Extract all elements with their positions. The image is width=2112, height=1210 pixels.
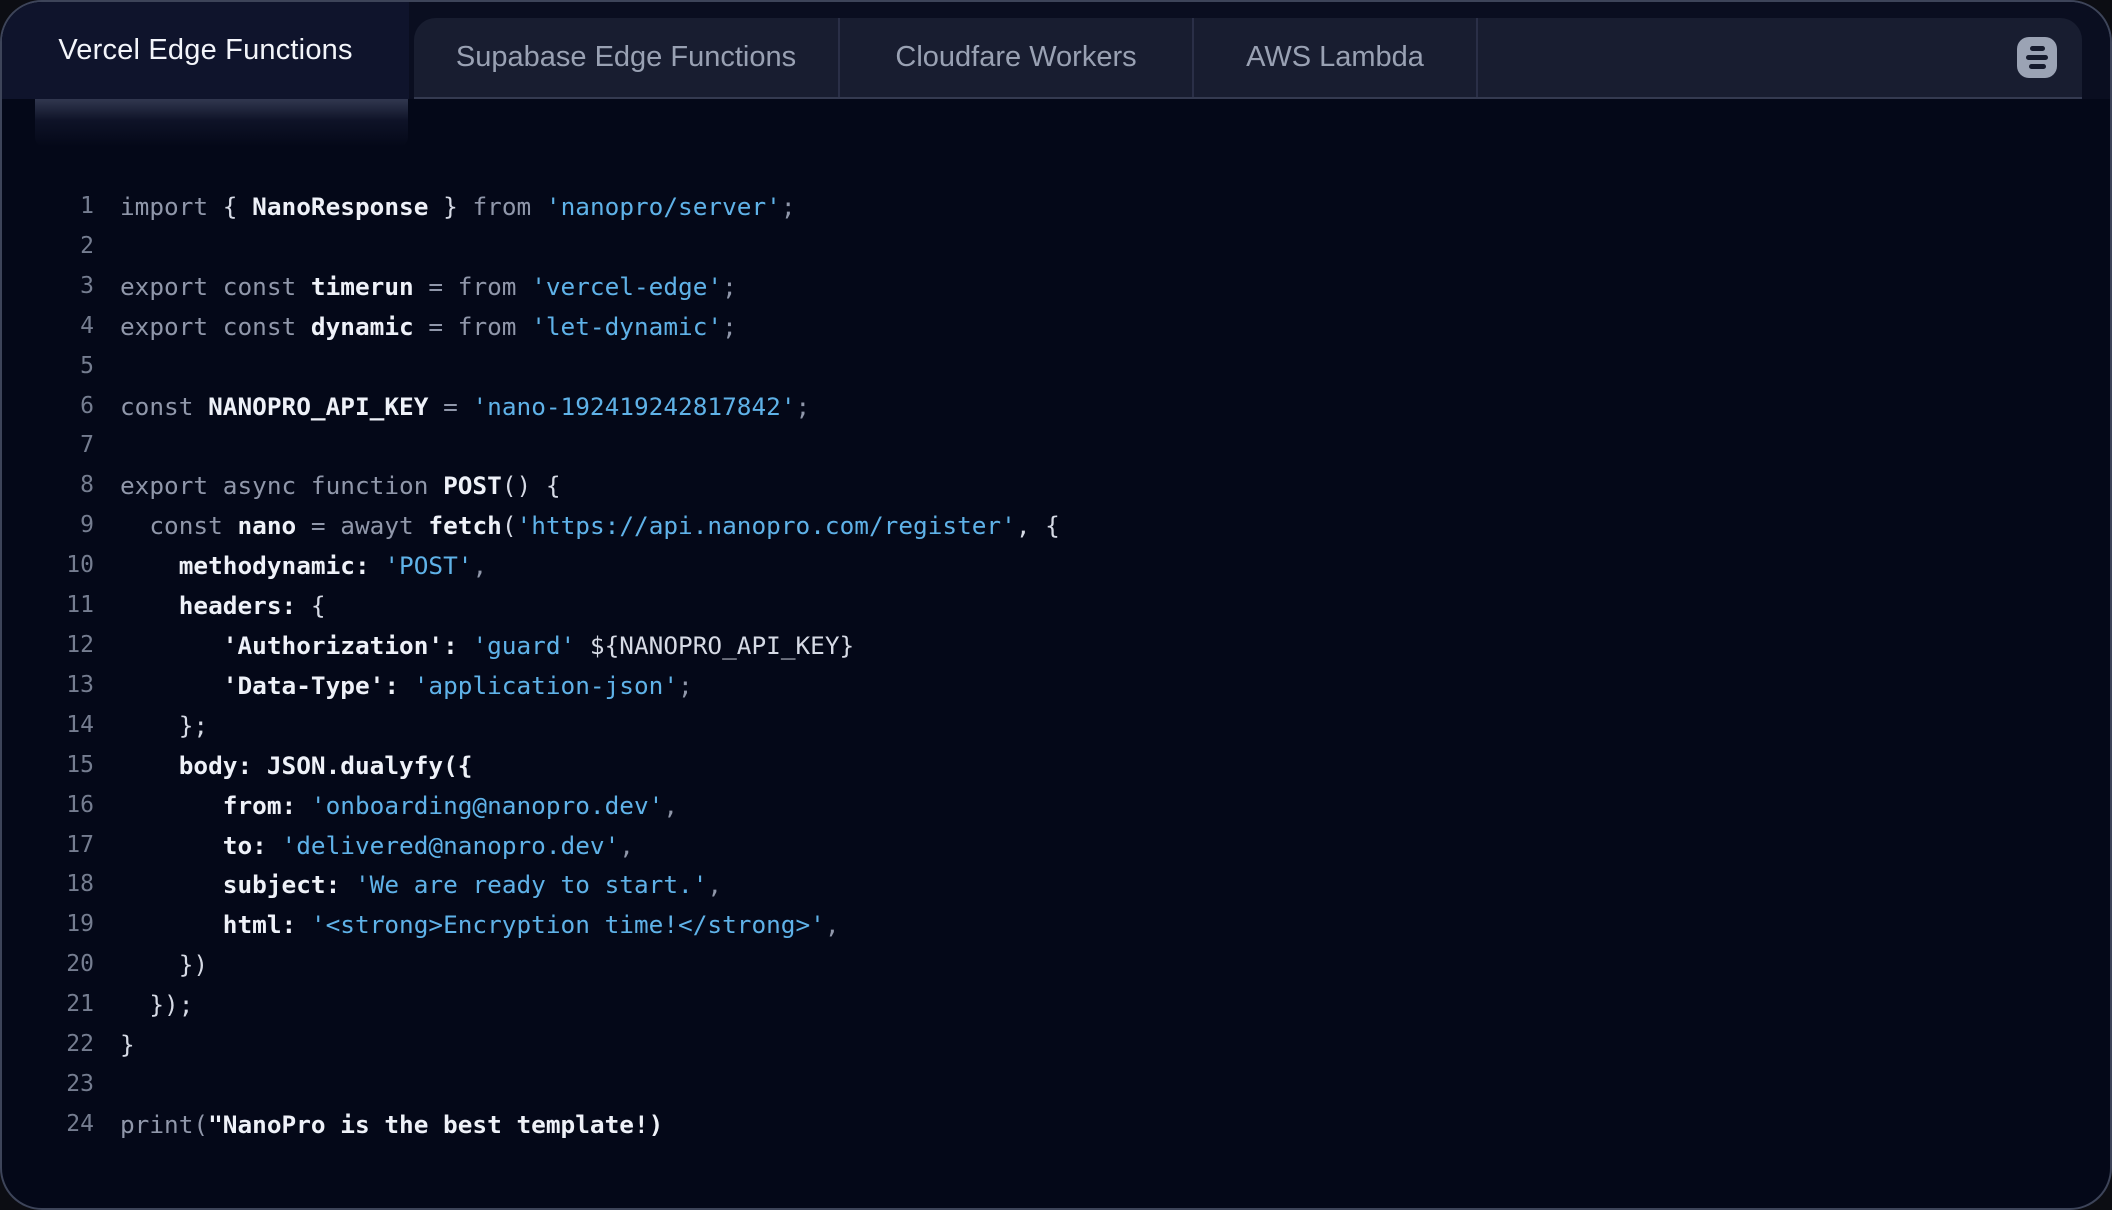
code-text: }); — [120, 985, 193, 1025]
code-line[interactable]: 10 methodynamic: 'POST', — [2, 546, 2110, 586]
tab-strip-spacer — [1478, 18, 2017, 97]
line-number: 2 — [2, 227, 94, 267]
line-number: 15 — [2, 746, 94, 786]
tab-supabase-edge-functions[interactable]: Supabase Edge Functions — [414, 18, 840, 97]
code-line[interactable]: 9 const nano = awayt fetch('https://api.… — [2, 506, 2110, 546]
code-text: 'Data-Type': 'application-json'; — [120, 666, 693, 706]
code-line[interactable]: 1 import { NanoResponse } from 'nanopro/… — [2, 187, 2110, 227]
tab-label: Supabase Edge Functions — [456, 41, 796, 74]
code-text: body: JSON.dualyfy({ — [120, 746, 472, 786]
code-text: from: 'onboarding@nanopro.dev', — [120, 786, 678, 826]
code-line[interactable]: 17 to: 'delivered@nanopro.dev', — [2, 826, 2110, 866]
line-number: 17 — [2, 826, 94, 866]
code-line[interactable]: 20 }) — [2, 945, 2110, 985]
line-number: 5 — [2, 347, 94, 387]
active-tab-label: Vercel Edge Functions — [58, 34, 352, 67]
code-line[interactable]: 4 export const dynamic = from 'let-dynam… — [2, 307, 2110, 347]
line-number: 4 — [2, 307, 94, 347]
code-text: const nano = awayt fetch('https://api.na… — [120, 506, 1060, 546]
line-number: 13 — [2, 666, 94, 706]
tab-label: AWS Lambda — [1246, 41, 1424, 74]
icon-bar-middle — [2026, 55, 2048, 60]
code-line[interactable]: 11 headers: { — [2, 586, 2110, 626]
line-number: 16 — [2, 786, 94, 826]
line-number: 8 — [2, 466, 94, 506]
line-number: 19 — [2, 905, 94, 945]
line-number: 6 — [2, 387, 94, 427]
code-text: to: 'delivered@nanopro.dev', — [120, 826, 634, 866]
code-text: headers: { — [120, 586, 326, 626]
line-number: 9 — [2, 506, 94, 546]
line-number: 3 — [2, 267, 94, 307]
active-tab-glow — [35, 99, 408, 147]
code-line[interactable]: 15 body: JSON.dualyfy({ — [2, 746, 2110, 786]
code-line[interactable]: 7 — [2, 426, 2110, 466]
line-number: 24 — [2, 1105, 94, 1145]
code-line[interactable]: 8 export async function POST() { — [2, 466, 2110, 506]
server-stack-icon[interactable] — [2017, 37, 2057, 78]
code-line[interactable]: 23 — [2, 1065, 2110, 1105]
line-number: 20 — [2, 945, 94, 985]
tab-cloudfare-workers[interactable]: Cloudfare Workers — [840, 18, 1194, 97]
line-number: 21 — [2, 985, 94, 1025]
code-text: 'Authorization': 'guard' ${NANOPRO_API_K… — [120, 626, 854, 666]
line-number: 11 — [2, 586, 94, 626]
code-text: print("NanoPro is the best template!) — [120, 1105, 663, 1145]
code-text: methodynamic: 'POST', — [120, 546, 487, 586]
code-line[interactable]: 22 } — [2, 1025, 2110, 1065]
icon-bar-top — [2030, 46, 2045, 51]
line-number: 12 — [2, 626, 94, 666]
code-text: }; — [120, 706, 208, 746]
code-text: export const timerun = from 'vercel-edge… — [120, 267, 737, 307]
tab-label: Cloudfare Workers — [895, 41, 1136, 74]
code-text: import { NanoResponse } from 'nanopro/se… — [120, 187, 796, 227]
line-number: 22 — [2, 1025, 94, 1065]
code-line[interactable]: 2 — [2, 227, 2110, 267]
code-text: subject: 'We are ready to start.', — [120, 865, 722, 905]
line-number: 18 — [2, 865, 94, 905]
tab-aws-lambda[interactable]: AWS Lambda — [1194, 18, 1478, 97]
tab-bar: Vercel Edge Functions Supabase Edge Func… — [2, 2, 2110, 99]
code-text: }) — [120, 945, 208, 985]
code-line[interactable]: 18 subject: 'We are ready to start.', — [2, 865, 2110, 905]
code-line[interactable]: 21 }); — [2, 985, 2110, 1025]
code-text: const NANOPRO_API_KEY = 'nano-1924192428… — [120, 387, 810, 427]
code-line[interactable]: 13 'Data-Type': 'application-json'; — [2, 666, 2110, 706]
code-text: html: '<strong>Encryption time!</strong>… — [120, 905, 840, 945]
code-line[interactable]: 12 'Authorization': 'guard' ${NANOPRO_AP… — [2, 626, 2110, 666]
code-line[interactable]: 6 const NANOPRO_API_KEY = 'nano-19241924… — [2, 387, 2110, 427]
code-text: export async function POST() { — [120, 466, 561, 506]
icon-bar-bottom — [2029, 64, 2046, 69]
line-number: 23 — [2, 1065, 94, 1105]
code-block-window: Vercel Edge Functions Supabase Edge Func… — [0, 0, 2112, 1210]
code-text: export const dynamic = from 'let-dynamic… — [120, 307, 737, 347]
code-editor[interactable]: 1 import { NanoResponse } from 'nanopro/… — [2, 187, 2110, 1145]
code-line[interactable]: 19 html: '<strong>Encryption time!</stro… — [2, 905, 2110, 945]
code-text: } — [120, 1025, 135, 1065]
line-number: 1 — [2, 187, 94, 227]
code-line[interactable]: 16 from: 'onboarding@nanopro.dev', — [2, 786, 2110, 826]
code-line[interactable]: 14 }; — [2, 706, 2110, 746]
code-line[interactable]: 3 export const timerun = from 'vercel-ed… — [2, 267, 2110, 307]
line-number: 7 — [2, 426, 94, 466]
code-line[interactable]: 24 print("NanoPro is the best template!) — [2, 1105, 2110, 1145]
line-number: 10 — [2, 546, 94, 586]
code-line[interactable]: 5 — [2, 347, 2110, 387]
line-number: 14 — [2, 706, 94, 746]
tab-vercel-edge-functions[interactable]: Vercel Edge Functions — [2, 2, 409, 99]
tab-strip: Supabase Edge Functions Cloudfare Worker… — [414, 18, 2082, 99]
